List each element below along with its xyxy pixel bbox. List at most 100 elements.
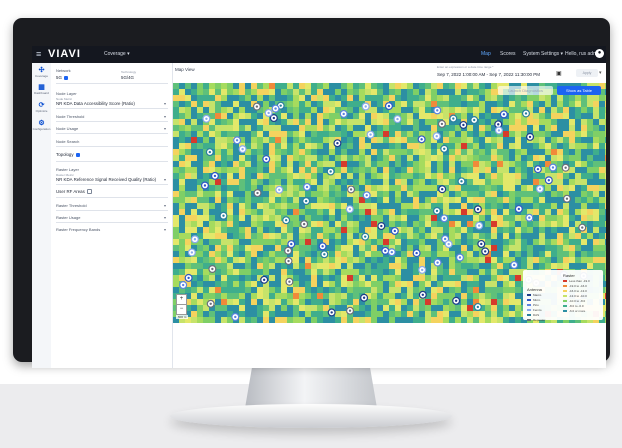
antenna-marker[interactable]	[206, 299, 215, 308]
chevron-down-icon[interactable]: ▾	[599, 70, 602, 76]
antenna-marker[interactable]	[390, 226, 399, 235]
antenna-marker[interactable]	[433, 258, 442, 267]
chevron-down-icon[interactable]: ▾	[164, 227, 166, 232]
antenna-marker[interactable]	[252, 102, 261, 111]
antenna-marker[interactable]	[514, 204, 523, 213]
antenna-marker[interactable]	[302, 197, 311, 206]
rail-configuration[interactable]: ⚙ Configuration	[32, 119, 51, 131]
antenna-marker[interactable]	[432, 206, 441, 215]
antenna-marker[interactable]	[200, 181, 209, 190]
antenna-marker[interactable]	[361, 102, 370, 111]
antenna-marker[interactable]	[347, 185, 356, 194]
antenna-marker[interactable]	[300, 220, 309, 229]
nav-map[interactable]: Map	[481, 51, 491, 57]
antenna-marker[interactable]	[339, 109, 348, 118]
antenna-marker[interactable]	[475, 221, 484, 230]
apply-button[interactable]: Apply	[576, 69, 598, 77]
raster-metric-select[interactable]: NR KDA Reference Signal Received Quality…	[56, 177, 156, 182]
zoom-out-button[interactable]: −	[176, 304, 187, 315]
chevron-down-icon[interactable]: ▾	[164, 114, 166, 119]
antenna-marker[interactable]	[548, 163, 557, 172]
rail-dashboard[interactable]: ▦ Dashboard	[32, 83, 51, 95]
antenna-marker[interactable]	[333, 139, 342, 148]
antenna-marker[interactable]	[459, 120, 468, 129]
time-range-input[interactable]: Sep 7, 2022 1:00:00 AM - Sep 7, 2022 11:…	[437, 72, 540, 77]
antenna-marker[interactable]	[205, 148, 214, 157]
antenna-marker[interactable]	[412, 249, 421, 258]
antenna-marker[interactable]	[457, 177, 466, 186]
antenna-marker[interactable]	[187, 248, 196, 257]
antenna-marker[interactable]	[440, 144, 449, 153]
antenna-marker[interactable]	[377, 222, 386, 231]
antenna-marker[interactable]	[190, 235, 199, 244]
chevron-down-icon[interactable]: ▾	[164, 203, 166, 208]
antenna-marker[interactable]	[326, 167, 335, 176]
node-usage[interactable]: Node Usage	[56, 126, 78, 131]
antenna-marker[interactable]	[535, 184, 544, 193]
antenna-marker[interactable]	[287, 240, 296, 249]
antenna-marker[interactable]	[346, 306, 355, 315]
antenna-marker[interactable]	[260, 275, 269, 284]
antenna-marker[interactable]	[327, 308, 336, 317]
antenna-marker[interactable]	[477, 239, 486, 248]
antenna-marker[interactable]	[210, 171, 219, 180]
antenna-marker[interactable]	[345, 205, 354, 214]
nav-system-settings[interactable]: System Settings ▾	[523, 51, 563, 57]
antenna-marker[interactable]	[444, 240, 453, 249]
antenna-marker[interactable]	[418, 290, 427, 299]
antenna-marker[interactable]	[318, 242, 327, 251]
antenna-marker[interactable]	[455, 253, 464, 262]
antenna-marker[interactable]	[438, 185, 447, 194]
antenna-marker[interactable]	[384, 102, 393, 111]
raster-threshold[interactable]: Raster Threshold	[56, 203, 87, 208]
antenna-marker[interactable]	[481, 247, 490, 256]
chevron-down-icon[interactable]: ▾	[164, 101, 166, 106]
antenna-marker[interactable]	[253, 189, 262, 198]
antenna-marker[interactable]	[533, 165, 542, 174]
nav-scores[interactable]: Scores	[500, 51, 516, 57]
user-rf-areas-toggle[interactable]: User RF Areas	[56, 189, 92, 195]
antenna-marker[interactable]	[510, 260, 519, 269]
antenna-marker[interactable]	[437, 119, 446, 128]
antenna-marker[interactable]	[202, 114, 211, 123]
antenna-marker[interactable]	[562, 194, 571, 203]
antenna-marker[interactable]	[381, 246, 390, 255]
antenna-marker[interactable]	[262, 155, 271, 164]
antenna-marker[interactable]	[521, 109, 530, 118]
antenna-marker[interactable]	[285, 277, 294, 286]
app-selector[interactable]: Coverage ▾	[104, 51, 130, 57]
antenna-marker[interactable]	[179, 281, 188, 290]
antenna-marker[interactable]	[233, 136, 242, 145]
antenna-marker[interactable]	[282, 216, 291, 225]
antenna-marker[interactable]	[393, 115, 402, 124]
hamburger-menu-icon[interactable]: ≡	[36, 49, 41, 59]
rail-coverage[interactable]: ✣ Coverage	[32, 66, 51, 78]
technology-select[interactable]: 5G/4G	[121, 75, 134, 80]
rail-optimize[interactable]: ⟳ Optimize	[32, 101, 51, 113]
antenna-marker[interactable]	[387, 248, 396, 257]
user-circle-icon[interactable]: ●	[595, 49, 604, 58]
antenna-marker[interactable]	[417, 135, 426, 144]
topology-toggle[interactable]: Topology	[56, 152, 80, 157]
antenna-marker[interactable]	[320, 250, 329, 259]
node-search[interactable]: Node Search	[56, 139, 79, 144]
antenna-marker[interactable]	[366, 130, 375, 139]
antenna-marker[interactable]	[208, 265, 217, 274]
network-select[interactable]: 5G	[56, 75, 68, 80]
antenna-marker[interactable]	[473, 205, 482, 214]
antenna-marker[interactable]	[231, 312, 240, 321]
antenna-marker[interactable]	[494, 126, 503, 135]
antenna-marker[interactable]	[449, 114, 458, 123]
antenna-marker[interactable]	[473, 302, 482, 311]
antenna-marker[interactable]	[525, 213, 534, 222]
antenna-marker[interactable]	[561, 163, 570, 172]
antenna-marker[interactable]	[264, 108, 273, 117]
chevron-down-icon[interactable]: ▾	[164, 177, 166, 182]
antenna-marker[interactable]	[284, 257, 293, 266]
antenna-marker[interactable]	[432, 132, 441, 141]
launch-diagnostics-button[interactable]: Launch Diagnostics	[498, 86, 553, 95]
antenna-marker[interactable]	[470, 116, 479, 125]
coverage-map[interactable]: Launch Diagnostics Show as Table + − 500…	[173, 83, 606, 323]
antenna-marker[interactable]	[499, 110, 508, 119]
antenna-marker[interactable]	[544, 176, 553, 185]
